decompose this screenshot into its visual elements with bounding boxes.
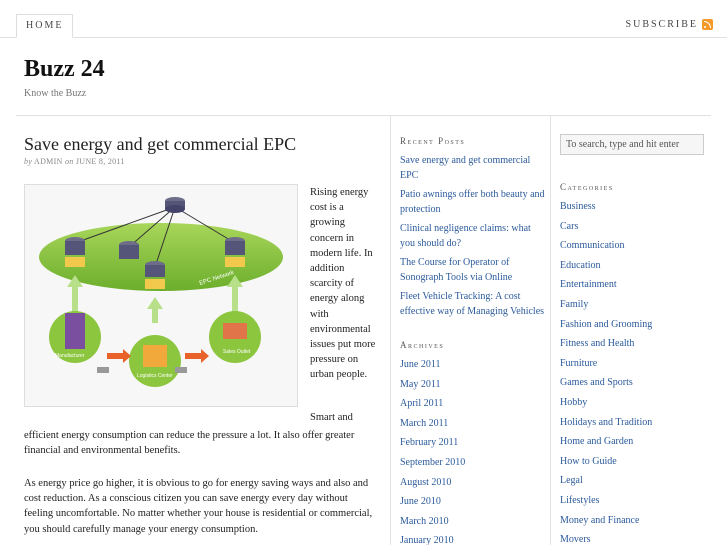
byline-on: on <box>64 157 74 166</box>
search-input[interactable]: To search, type and hit enter <box>560 134 704 155</box>
recent-post-link[interactable]: Clinical negligence claims: what you sho… <box>400 222 548 251</box>
intro-line: concern in <box>310 232 355 244</box>
nav-home-tab[interactable]: HOME <box>16 14 74 38</box>
archives-heading: Archives <box>400 340 445 350</box>
epcis-node-left-icon <box>65 237 85 267</box>
archive-link[interactable]: April 2011 <box>400 397 540 412</box>
archive-link[interactable]: June 2011 <box>400 358 540 373</box>
intro-line: addition <box>310 263 345 275</box>
category-link[interactable]: Hobby <box>560 396 710 411</box>
column-divider <box>390 116 391 545</box>
category-link[interactable]: Fashion and Grooming <box>560 318 710 333</box>
category-link[interactable]: Fitness and Health <box>560 337 710 352</box>
subscribe-link[interactable]: SUBSCRIBE <box>626 19 713 30</box>
archive-link[interactable]: May 2011 <box>400 378 540 393</box>
manufacturer-label: Manufacturer <box>55 353 85 359</box>
logistics-boxes-icon <box>143 345 167 367</box>
site-title[interactable]: Buzz 24 <box>24 56 105 83</box>
archive-link[interactable]: August 2010 <box>400 476 540 491</box>
category-link[interactable]: How to Guide <box>560 455 710 470</box>
categories-list: Business Cars Communication Education En… <box>560 200 710 545</box>
epcis-node-center-icon <box>119 241 139 259</box>
category-link[interactable]: Money and Finance <box>560 514 710 529</box>
post-intro-continued: Smart and <box>310 412 353 423</box>
intro-line: scarcity of <box>310 278 355 290</box>
sales-label: Sales Outlet <box>223 349 251 355</box>
recent-post-link[interactable]: Patio awnings offer both beauty and prot… <box>400 188 548 217</box>
epcis-node-right-icon <box>225 237 245 267</box>
sales-outlet-icon <box>223 323 247 339</box>
category-link[interactable]: Legal <box>560 474 710 489</box>
subscribe-label[interactable]: SUBSCRIBE <box>626 19 698 30</box>
category-link[interactable]: Education <box>560 259 710 274</box>
archive-link[interactable]: January 2010 <box>400 534 540 545</box>
site-tagline: Know the Buzz <box>24 88 87 99</box>
recent-post-link[interactable]: Save energy and get commercial EPC <box>400 154 548 183</box>
category-link[interactable]: Home and Garden <box>560 435 710 450</box>
category-link[interactable]: Lifestyles <box>560 494 710 509</box>
post-paragraph: As energy price go higher, it is obvious… <box>24 478 373 535</box>
post-author[interactable]: ADMIN <box>34 157 63 166</box>
byline-prefix: by <box>24 157 33 166</box>
archive-link[interactable]: March 2010 <box>400 515 540 530</box>
recent-post-link[interactable]: The Course for Operator of Sonograph Too… <box>400 256 548 285</box>
archive-link[interactable]: September 2010 <box>400 456 540 471</box>
intro-line: with <box>310 308 329 320</box>
recent-post-link[interactable]: Fleet Vehicle Tracking: A cost effective… <box>400 290 548 319</box>
intro-line: Rising energy <box>310 187 369 198</box>
archive-link[interactable]: March 2011 <box>400 417 540 432</box>
category-link[interactable]: Games and Sports <box>560 376 710 391</box>
rss-icon[interactable] <box>702 19 713 30</box>
category-link[interactable]: Movers <box>560 533 710 545</box>
recent-posts-list: Save energy and get commercial EPC Patio… <box>400 154 548 324</box>
manufacturer-building-icon <box>65 313 85 349</box>
ons-node-icon <box>165 197 185 213</box>
category-link[interactable]: Entertainment <box>560 278 710 293</box>
epcis-node-middle-icon <box>145 261 165 289</box>
category-link[interactable]: Family <box>560 298 710 313</box>
logistics-label: Logistics Center <box>137 373 173 379</box>
header-divider <box>16 115 711 116</box>
epc-network-diagram: EPC Network Manufacturer Logistics Cente… <box>25 185 297 406</box>
category-link[interactable]: Furniture <box>560 357 710 372</box>
category-link[interactable]: Cars <box>560 220 710 235</box>
post-image-epc-network: EPC Network Manufacturer Logistics Cente… <box>24 184 298 407</box>
recent-posts-heading: Recent Posts <box>400 136 466 146</box>
intro-line: energy along <box>310 293 365 305</box>
top-nav-bar: HOME SUBSCRIBE <box>0 0 727 38</box>
post-date: JUNE 8, 2011 <box>75 157 125 166</box>
column-divider <box>550 116 551 545</box>
category-link[interactable]: Business <box>560 200 710 215</box>
post-paragraph: efficient energy consumption can reduce … <box>24 430 355 457</box>
archive-link[interactable]: February 2011 <box>400 436 540 451</box>
post-title[interactable]: Save energy and get commercial EPC <box>24 134 296 155</box>
category-link[interactable]: Holidays and Tradition <box>560 416 710 431</box>
intro-line: urban people. <box>310 369 368 381</box>
intro-line: issues put more <box>310 339 376 351</box>
intro-line: growing <box>310 217 345 229</box>
category-link[interactable]: Communication <box>560 239 710 254</box>
post-intro-wrap: Rising energy cost is a growing concern … <box>310 185 380 383</box>
intro-line: modern life. In <box>310 247 373 259</box>
archive-link[interactable]: June 2010 <box>400 495 540 510</box>
intro-line: pressure on <box>310 354 359 366</box>
categories-heading: Categories <box>560 182 614 192</box>
archives-list: June 2011 May 2011 April 2011 March 2011… <box>400 358 540 545</box>
intro-line: cost is a <box>310 202 344 214</box>
intro-line: environmental <box>310 323 371 335</box>
post-byline: by ADMIN on JUNE 8, 2011 <box>24 157 125 166</box>
